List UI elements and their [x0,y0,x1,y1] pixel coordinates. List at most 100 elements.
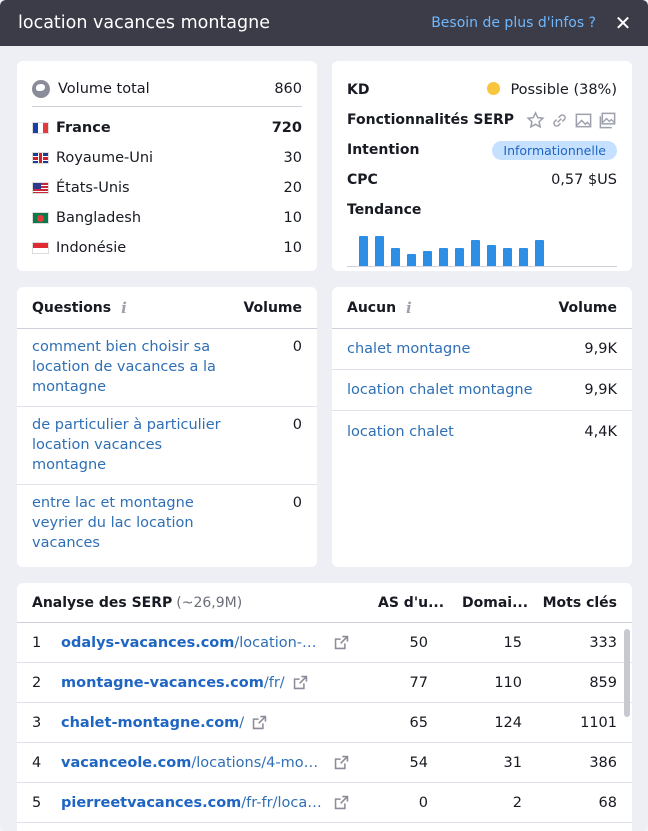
popup-header: location vacances montagne Besoin de plu… [0,0,648,46]
serp-header: Analyse des SERP (~26,9M) AS d'u... Domai… [17,583,632,623]
trend-bar [439,248,448,266]
related-volume: 4,4K [584,423,617,440]
serp-url-link[interactable]: chalet-montagne.com/ [61,715,244,731]
question-link[interactable]: entre lac et montagne veyrier du lac loc… [32,493,227,553]
serp-keywords: 68 [598,794,617,811]
kd-label: KD [347,82,370,98]
info-icon[interactable]: i [406,299,412,317]
external-link-icon[interactable] [292,674,309,691]
star-icon[interactable] [526,110,545,130]
trend-bar [471,240,480,266]
country-row[interactable]: États-Unis 20 [32,173,302,203]
questions-card: Questions i Volume comment bien choisir s… [17,287,317,567]
serp-url-link[interactable]: vacanceole.com/locations/4-mont... [61,755,326,771]
close-icon[interactable]: ✕ [614,13,632,33]
serp-url-link[interactable]: pierreetvacances.com/fr-fr/locatio... [61,795,326,811]
country-row[interactable]: Royaume-Uni 30 [32,143,302,173]
country-volume: 720 [271,120,302,136]
trend-bar [503,248,512,266]
external-link-icon[interactable] [333,754,350,771]
flag-indonesia-icon [32,242,49,254]
serp-keywords: 386 [589,754,617,771]
related-row: location chalet 4,4K [332,411,632,452]
flag-bangladesh-icon [32,212,49,224]
serp-position: 5 [32,794,42,811]
serp-url-link[interactable]: odalys-vacances.com/location-mo... [61,635,326,651]
serp-position: 4 [32,754,42,771]
related-keyword-link[interactable]: location chalet [347,424,454,440]
related-keyword-link[interactable]: chalet montagne [347,341,470,357]
country-volume: 20 [283,180,302,196]
trend-bar [359,236,368,266]
metrics-card: KD Possible (38%) Fonctionnalités SERP I… [332,61,632,271]
related-keywords-card: Aucun i Volume chalet montagne 9,9K locat… [332,287,632,567]
serp-url-link[interactable]: montagne-vacances.com/fr/ [61,675,285,691]
country-volume: 30 [283,150,302,166]
serp-analysis-card: Analyse des SERP (~26,9M) AS d'u... Domai… [17,583,632,831]
intent-row: Intention Informationnelle [347,135,617,165]
country-row[interactable]: France 720 [32,113,302,143]
kd-value: Possible (38%) [510,82,617,98]
serp-authority-score: 54 [409,754,428,771]
serp-features-row: Fonctionnalités SERP [347,105,617,135]
question-link[interactable]: comment bien choisir sa location de vaca… [32,337,227,397]
question-link[interactable]: de particulier à particulier location va… [32,415,227,475]
col-referring-domains[interactable]: Domai... [462,595,542,611]
trend-bar [455,248,464,266]
serp-path: /fr/ [263,674,285,691]
trend-bar [423,251,432,266]
related-header: Aucun i Volume [332,287,632,329]
trend-bar [487,245,496,266]
serp-authority-score: 77 [409,674,428,691]
country-row[interactable]: Indonésie 10 [32,233,302,263]
volume-total-row: Volume total 860 [32,75,302,107]
serp-domains: 2 [512,794,522,811]
serp-position: 2 [32,674,42,691]
volume-card: Volume total 860 France 720 Royaume-Uni … [17,61,317,271]
help-link[interactable]: Besoin de plus d'infos ? [431,15,596,31]
scrollbar[interactable] [624,629,630,717]
trend-bar [535,240,544,266]
country-volume: 10 [283,210,302,226]
external-link-icon[interactable] [333,634,350,651]
country-name: France [56,120,111,136]
col-keywords[interactable]: Mots clés [542,595,617,611]
serp-domain: pierreetvacances.com [61,794,242,811]
volume-total-value: 860 [274,80,302,97]
external-link-icon[interactable] [333,794,350,811]
serp-row: 4 vacanceole.com/locations/4-mont... 54 31 3… [17,743,632,783]
serp-keywords: 1101 [580,714,617,731]
serp-path: /location-mo... [234,634,326,651]
trend-bar [391,248,400,266]
serp-domains: 124 [494,714,522,731]
serp-path: /fr-fr/locatio... [241,794,326,811]
serp-features-label: Fonctionnalités SERP [347,112,515,128]
external-link-icon[interactable] [251,714,268,731]
serp-domains: 110 [494,674,522,691]
col-authority-score[interactable]: AS d'u... [378,595,446,611]
keyword-overview-popup: location vacances montagne Besoin de plu… [0,0,648,831]
related-volume: 9,9K [584,341,617,357]
related-keyword-link[interactable]: location chalet montagne [347,382,533,398]
link-icon[interactable] [550,111,569,130]
country-name: Royaume-Uni [56,150,154,166]
info-icon[interactable]: i [121,299,127,317]
intent-badge: Informationnelle [492,140,617,160]
question-row: entre lac et montagne veyrier du lac loc… [17,485,317,562]
serp-domains: 15 [503,634,522,651]
serp-row: 3 chalet-montagne.com/65 124 1101 [17,703,632,743]
serp-title: Analyse des SERP [32,594,173,611]
flag-us-icon [32,182,49,194]
trend-sparkline [347,231,617,267]
serp-count: (~26,9M) [176,594,243,611]
question-row: de particulier à particulier location va… [17,407,317,485]
intent-label: Intention [347,142,420,158]
trend-label: Tendance [347,202,422,218]
country-row[interactable]: Bangladesh 10 [32,203,302,233]
serp-row: 5 pierreetvacances.com/fr-fr/locatio... 0 2… [17,783,632,823]
image-pack-icon[interactable] [598,111,617,130]
volume-total-label: Volume total [58,80,150,97]
keyword-title: location vacances montagne [18,13,270,33]
cpc-value: 0,57 $US [551,172,617,188]
image-icon[interactable] [574,111,593,130]
